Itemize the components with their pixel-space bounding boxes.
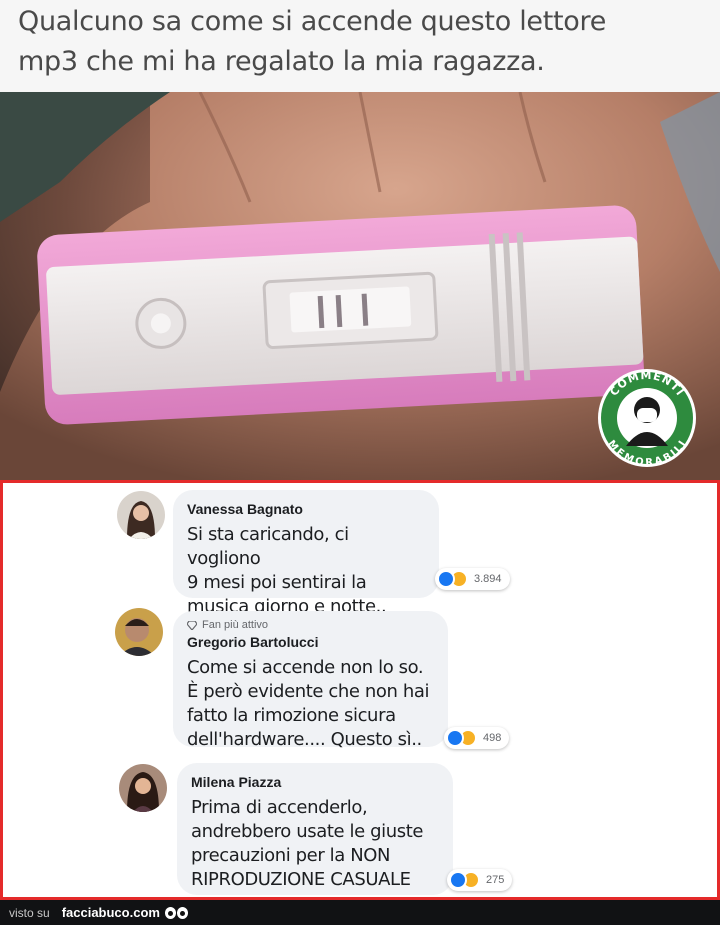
comment-vanessa: Vanessa Bagnato Si sta caricando, ci vog… [3, 483, 717, 617]
comment-author[interactable]: Milena Piazza [191, 773, 437, 791]
comment-line: andrebbero usate le giuste [191, 821, 424, 842]
facebook-comments-panel: Vanessa Bagnato Si sta caricando, ci vog… [0, 480, 720, 900]
site-watermark-bar: visto su facciabuco.com [0, 900, 720, 925]
comment-author[interactable]: Gregorio Bartolucci [187, 633, 432, 651]
comment-line: È però evidente che non hai [187, 681, 430, 702]
top-fan-label: Fan più attivo [202, 619, 269, 631]
stamp-logo-icon: COMMENTI MEMORABILI [598, 369, 696, 469]
reaction-count: 3.894 [474, 573, 502, 585]
visto-su-label: visto su [9, 905, 50, 920]
comment-line: 9 mesi poi sentirai la [187, 572, 367, 593]
like-icon [449, 871, 467, 889]
reactions-summary[interactable]: 498 [444, 727, 510, 749]
comment-bubble: Vanessa Bagnato Si sta caricando, ci vog… [173, 490, 439, 617]
reaction-count: 275 [486, 874, 505, 886]
caption-line-1: Qualcuno sa come si accende questo letto… [18, 6, 607, 37]
avatar[interactable] [115, 608, 163, 656]
meme-caption: Qualcuno sa come si accende questo letto… [0, 0, 720, 92]
avatar[interactable] [117, 491, 165, 539]
caption-line-2: mp3 che mi ha regalato la mia ragazza. [18, 46, 545, 77]
eyes-icon [164, 906, 188, 919]
comment-line: dell'hardware.... Questo sì.. [187, 729, 422, 750]
like-icon [446, 729, 464, 747]
avatar[interactable] [119, 764, 167, 812]
reaction-count: 498 [483, 732, 502, 744]
comment-line: Come si accende non lo so. [187, 657, 424, 678]
comment-milena: Milena Piazza Prima di accenderlo, andre… [3, 758, 717, 898]
diamond-icon [187, 620, 197, 630]
comment-line: Prima di accenderlo, [191, 797, 368, 818]
comment-bubble: Milena Piazza Prima di accenderlo, andre… [177, 763, 453, 895]
site-brand-link[interactable]: facciabuco.com [62, 905, 160, 920]
comment-line: RIPRODUZIONE CASUALE [191, 869, 411, 890]
comment-text: Come si accende non lo so. È però eviden… [187, 656, 432, 752]
comment-bubble: Fan più attivo Gregorio Bartolucci Come … [173, 611, 448, 750]
comment-gregorio: Fan più attivo Gregorio Bartolucci Come … [3, 603, 717, 753]
like-icon [437, 570, 455, 588]
reactions-summary[interactable]: 3.894 [435, 568, 510, 590]
top-fan-badge: Fan più attivo [187, 617, 432, 633]
comment-line: fatto la rimozione sicura [187, 705, 396, 726]
commenti-memorabili-stamp: COMMENTI MEMORABILI [596, 360, 698, 474]
comment-line: precauzioni per la NON [191, 845, 391, 866]
comment-text: Prima di accenderlo, andrebbero usate le… [191, 796, 437, 892]
comment-line: Si sta caricando, ci vogliono [187, 524, 349, 569]
reactions-summary[interactable]: 275 [447, 869, 513, 891]
comment-author[interactable]: Vanessa Bagnato [187, 500, 423, 518]
